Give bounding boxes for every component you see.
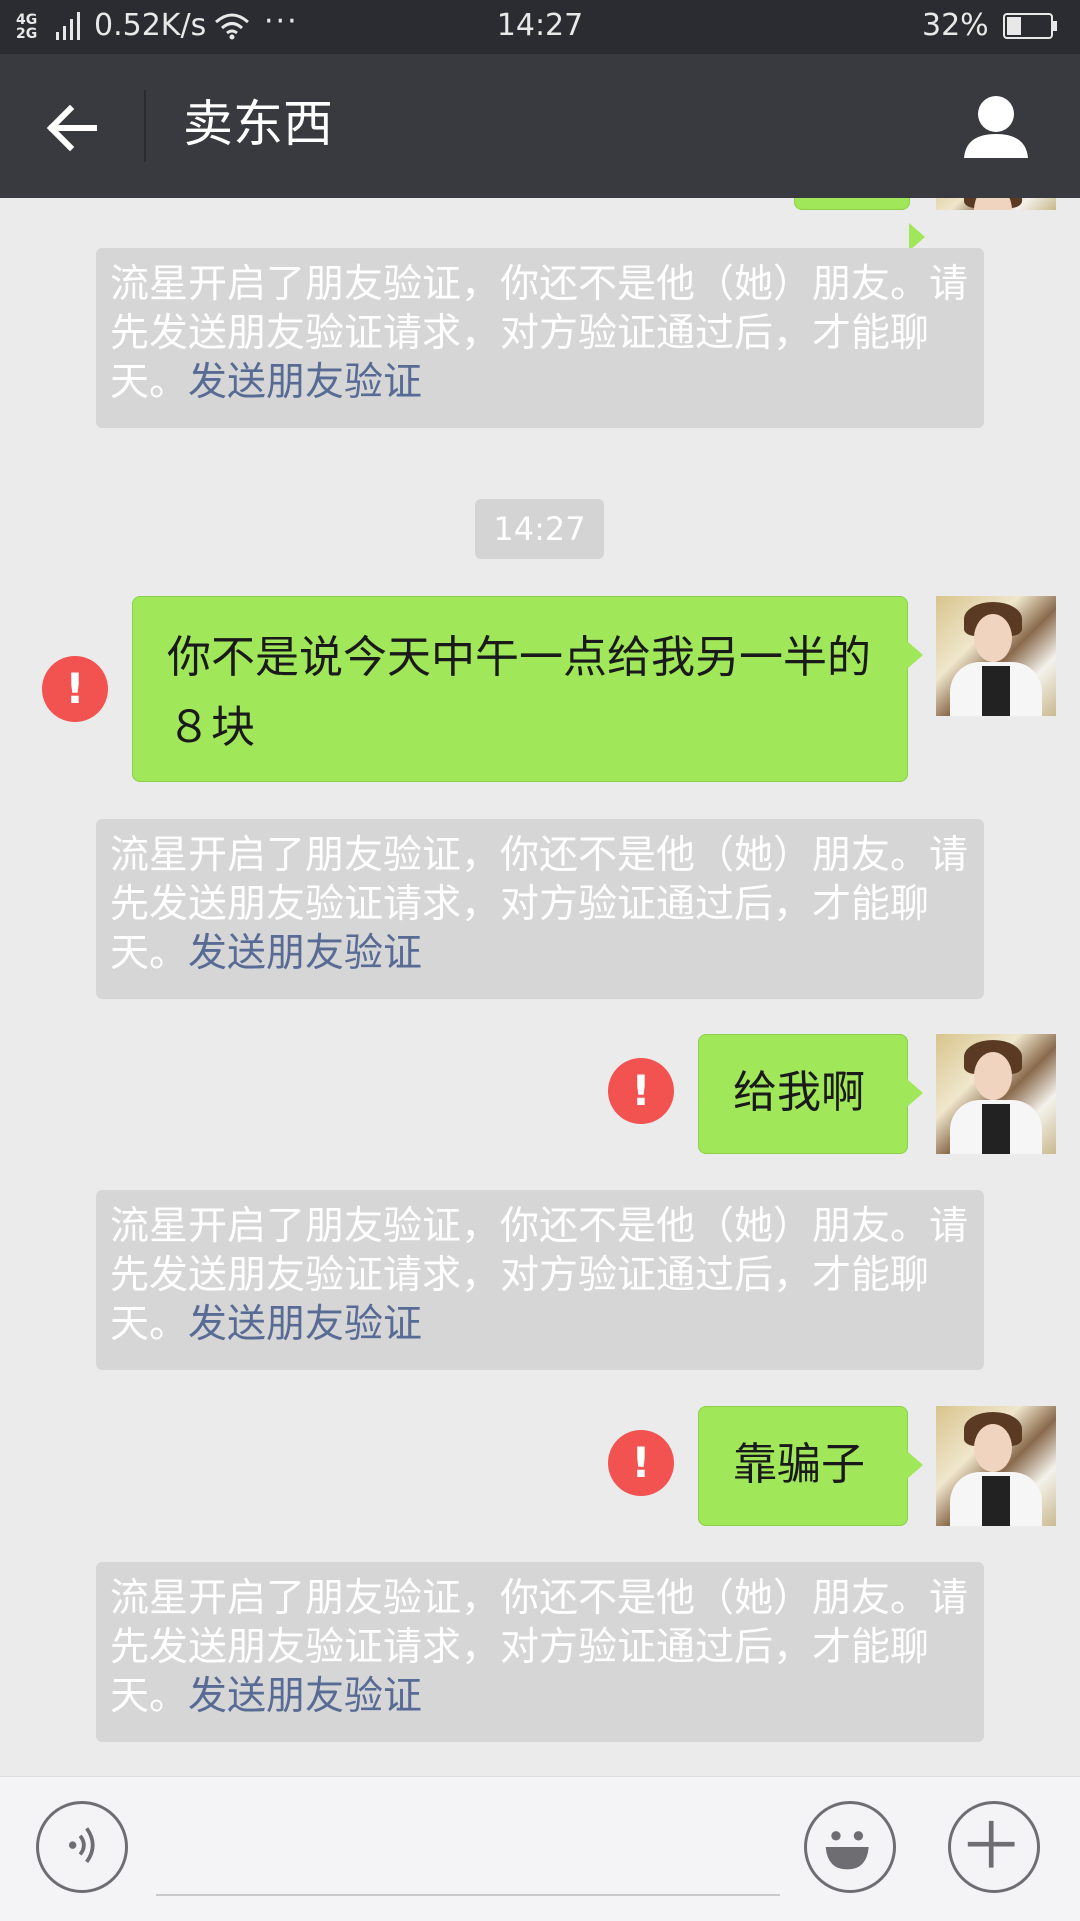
send-verification-link[interactable]: 发送朋友验证 <box>188 360 422 405</box>
send-failed-icon[interactable]: ! <box>608 1058 674 1124</box>
battery-percent: 32% <box>922 8 989 43</box>
plus-icon[interactable] <box>948 1801 1040 1893</box>
status-time: 14:27 <box>496 8 584 43</box>
arrow-left-icon[interactable] <box>40 96 104 160</box>
send-verification-link[interactable]: 发送朋友验证 <box>188 931 422 976</box>
nav-divider <box>144 90 146 162</box>
message-bubble[interactable]: 你不是说今天中午一点给我另一半的８块 <box>132 596 923 782</box>
system-notice: 流星开启了朋友验证，你还不是他（她）朋友。请先发送朋友验证请求，对方验证通过后，… <box>96 1562 984 1742</box>
send-verification-link[interactable]: 发送朋友验证 <box>188 1674 422 1719</box>
chat-area[interactable]: 流星开启了朋友验证，你还不是他（她）朋友。请先发送朋友验证请求，对方验证通过后，… <box>0 198 1080 1776</box>
avatar[interactable] <box>936 1406 1056 1526</box>
send-failed-icon[interactable]: ! <box>42 656 108 722</box>
message-text: 靠骗子 <box>733 1439 865 1490</box>
previous-message-bubble[interactable] <box>794 198 925 251</box>
message-text: 你不是说今天中午一点给我另一半的８块 <box>167 632 871 753</box>
message-bubble[interactable]: 靠骗子 <box>698 1406 923 1526</box>
status-bar: 4G 2G 0.52K/s ··· 14:27 32% <box>0 0 1080 54</box>
message-text: 给我啊 <box>733 1067 865 1118</box>
chat-title: 卖东西 <box>183 95 333 153</box>
send-verification-link[interactable]: 发送朋友验证 <box>188 1302 422 1347</box>
message-timestamp: 14:27 <box>475 499 604 559</box>
emoji-icon[interactable] <box>804 1801 896 1893</box>
message-bubble[interactable]: 给我啊 <box>698 1034 923 1154</box>
voice-icon[interactable] <box>36 1801 128 1893</box>
system-notice: 流星开启了朋友验证，你还不是他（她）朋友。请先发送朋友验证请求，对方验证通过后，… <box>96 248 984 428</box>
avatar[interactable] <box>936 198 1056 210</box>
send-failed-icon[interactable]: ! <box>608 1430 674 1496</box>
person-icon[interactable] <box>960 90 1032 162</box>
message-input[interactable] <box>156 1894 780 1896</box>
avatar[interactable] <box>936 1034 1056 1154</box>
battery-icon <box>1003 13 1057 39</box>
avatar[interactable] <box>936 596 1056 716</box>
system-notice: 流星开启了朋友验证，你还不是他（她）朋友。请先发送朋友验证请求，对方验证通过后，… <box>96 819 984 999</box>
input-bar <box>0 1776 1080 1921</box>
system-notice: 流星开启了朋友验证，你还不是他（她）朋友。请先发送朋友验证请求，对方验证通过后，… <box>96 1190 984 1370</box>
nav-bar: 卖东西 <box>0 54 1080 198</box>
